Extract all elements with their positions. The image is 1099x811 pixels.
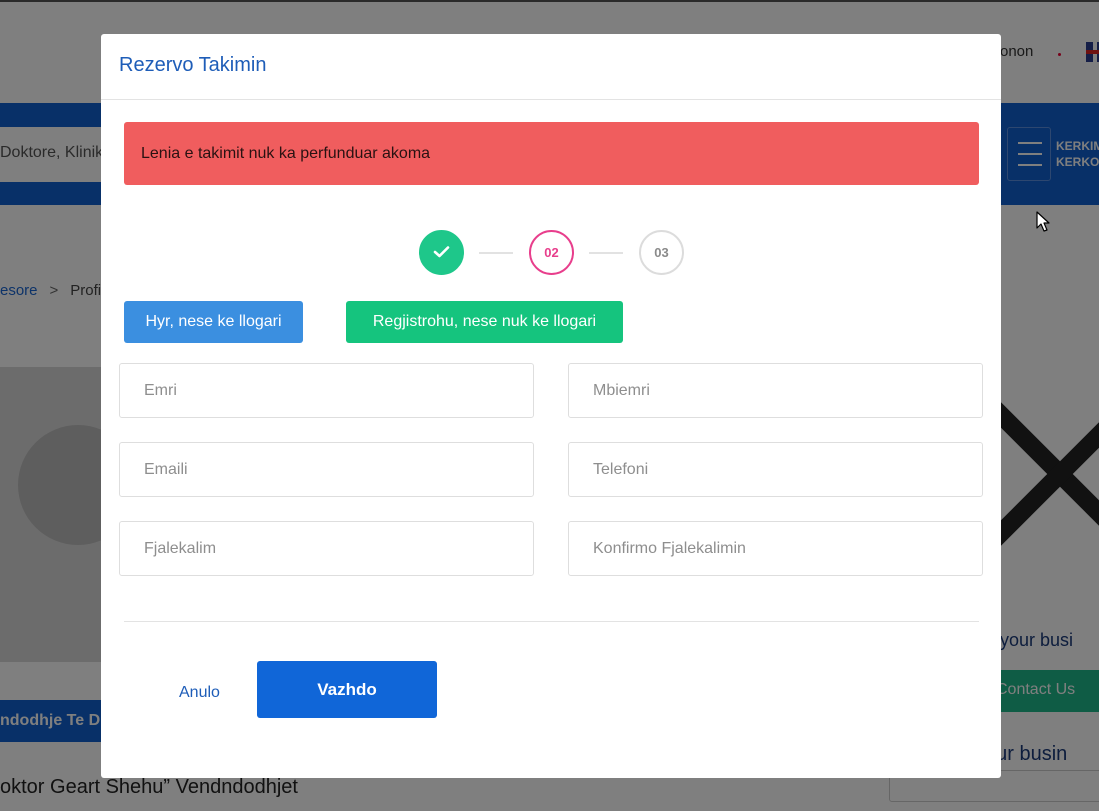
register-tab-button[interactable]: Regjistrohu, nese nuk ke llogari	[346, 301, 623, 343]
mouse-cursor-icon	[1036, 211, 1050, 232]
footer-divider	[124, 621, 979, 622]
step-connector	[589, 252, 623, 254]
step-3-pending: 03	[639, 230, 684, 275]
check-icon	[433, 246, 450, 258]
last-name-input[interactable]	[568, 363, 983, 418]
modal-title: Rezervo Takimin	[119, 54, 267, 76]
step-2-active: 02	[529, 230, 574, 275]
first-name-input[interactable]	[119, 363, 534, 418]
booking-modal: Rezervo Takimin Lenia e takimit nuk ka p…	[101, 34, 1050, 778]
continue-button[interactable]: Vazhdo	[257, 661, 437, 718]
phone-input[interactable]	[568, 442, 983, 497]
confirm-password-input[interactable]	[568, 521, 983, 576]
password-input[interactable]	[119, 521, 534, 576]
step-connector	[479, 252, 513, 254]
alert-message: Lenia e takimit nuk ka perfunduar akoma	[141, 145, 431, 162]
modal-header: Rezervo Takimin	[101, 34, 1001, 100]
error-alert: Lenia e takimit nuk ka perfunduar akoma	[124, 122, 979, 185]
email-input[interactable]	[119, 442, 534, 497]
step-1-completed	[419, 230, 464, 275]
login-tab-button[interactable]: Hyr, nese ke llogari	[124, 301, 303, 343]
cancel-button[interactable]: Anulo	[179, 684, 220, 702]
